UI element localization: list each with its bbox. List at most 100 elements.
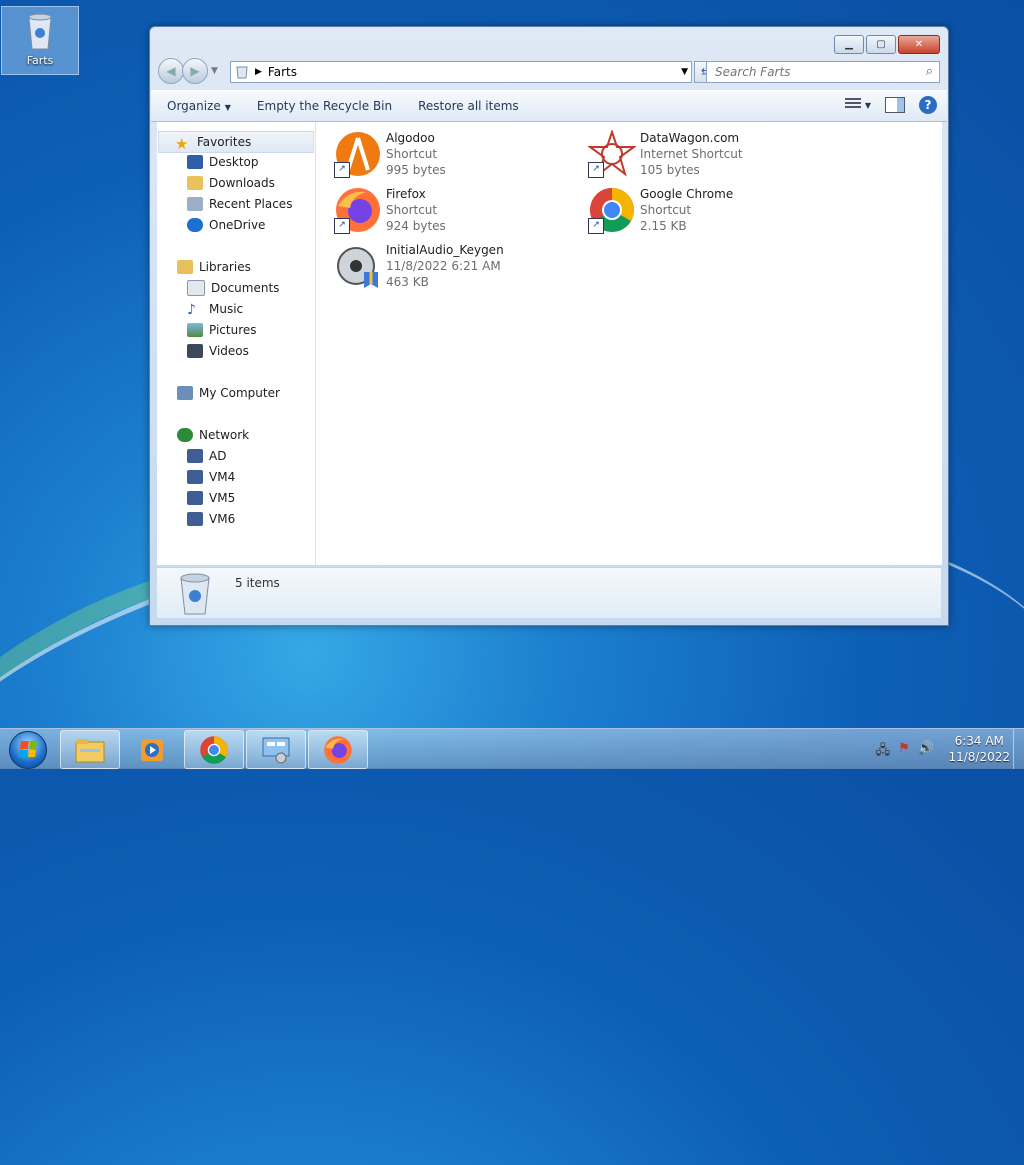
nav-favorites[interactable]: ★ Favorites [158, 131, 314, 153]
command-bar: Organize ▼ Empty the Recycle Bin Restore … [151, 90, 947, 122]
chevron-down-icon: ▼ [224, 103, 231, 112]
view-controls: ▼ ? [844, 96, 937, 114]
system-tray: 🖧 ⚑ 🔊 [876, 741, 934, 763]
nav-network-vm5[interactable]: VM5 [187, 488, 235, 508]
file-name: InitialAudio_Keygen [386, 243, 504, 257]
change-view-button[interactable]: ▼ [844, 98, 871, 112]
start-button[interactable] [2, 730, 52, 769]
nav-my-computer[interactable]: My Computer [177, 383, 280, 403]
computer-icon [187, 449, 203, 463]
show-desktop-button[interactable] [1013, 729, 1024, 769]
nav-label: My Computer [199, 386, 280, 400]
nav-network-ad[interactable]: AD [187, 446, 226, 466]
star-icon: ★ [175, 135, 189, 153]
chrome-icon: ↗ [588, 186, 636, 234]
nav-downloads[interactable]: Downloads [187, 173, 275, 193]
file-item[interactable]: InitialAudio_Keygen 11/8/2022 6:21 AM 46… [334, 242, 584, 294]
taskbar-control-panel[interactable] [246, 730, 306, 769]
nav-recent-places[interactable]: Recent Places [187, 194, 292, 214]
address-dropdown-icon[interactable]: ▼ [681, 67, 688, 77]
file-item[interactable]: ↗ Google Chrome Shortcut 2.15 KB [588, 186, 838, 238]
clock[interactable]: 6:34 AM 11/8/2022 [948, 733, 1010, 765]
clock-date: 11/8/2022 [948, 750, 1010, 764]
taskbar-chrome[interactable] [184, 730, 244, 769]
computer-icon [187, 470, 203, 484]
action-center-icon[interactable]: ⚑ [898, 741, 910, 763]
taskbar-firefox[interactable] [308, 730, 368, 769]
nav-documents[interactable]: Documents [187, 278, 279, 298]
maximize-button[interactable]: ▢ [866, 35, 896, 54]
close-button[interactable]: ✕ [898, 35, 940, 54]
music-icon: ♪ [187, 302, 196, 318]
nav-label: Downloads [209, 176, 275, 190]
back-button[interactable]: ◀ [158, 58, 184, 84]
network-status-icon[interactable]: 🖧 [876, 741, 891, 763]
restore-all-button[interactable]: Restore all items [408, 99, 529, 113]
caption-buttons: ▁ ▢ ✕ [834, 35, 940, 54]
nav-onedrive[interactable]: OneDrive [187, 215, 265, 235]
nav-desktop[interactable]: Desktop [187, 152, 259, 172]
search-input[interactable] [713, 64, 917, 80]
shortcut-arrow-icon: ↗ [334, 218, 350, 234]
desktop-icon-label: Farts [26, 54, 54, 67]
file-item[interactable]: ↗ Firefox Shortcut 924 bytes [334, 186, 584, 238]
search-icon[interactable]: ⌕ [926, 64, 933, 79]
nav-label: Desktop [209, 155, 259, 169]
nav-label: AD [209, 449, 227, 463]
windows-orb-icon [9, 731, 47, 769]
explorer-icon [75, 738, 105, 762]
nav-music[interactable]: ♪ Music [187, 299, 243, 319]
libraries-icon [177, 260, 193, 274]
datawagon-icon: ↗ [586, 128, 638, 178]
desktop-recycle-bin[interactable]: Farts [1, 6, 79, 75]
nav-videos[interactable]: Videos [187, 341, 249, 361]
view-icon [844, 98, 861, 112]
computer-icon [177, 386, 193, 400]
help-icon[interactable]: ? [919, 96, 937, 114]
search-box[interactable]: ⌕ [706, 61, 940, 83]
volume-icon[interactable]: 🔊 [918, 741, 934, 763]
file-item[interactable]: ↗ Algodoo Shortcut 995 bytes [334, 130, 584, 182]
nav-network[interactable]: Network [177, 425, 249, 445]
nav-pictures[interactable]: Pictures [187, 320, 257, 340]
forward-button[interactable]: ▶ [182, 58, 208, 84]
minimize-button[interactable]: ▁ [834, 35, 864, 54]
firefox-icon [324, 735, 352, 764]
shortcut-arrow-icon: ↗ [588, 162, 604, 178]
breadcrumb-arrow-icon[interactable]: ▶ [255, 67, 262, 77]
file-size: 105 bytes [640, 163, 700, 177]
navigation-pane: ★ Favorites Desktop Downloads Recent Pla… [157, 122, 316, 565]
item-count: 5 items [235, 576, 280, 590]
taskbar-explorer[interactable] [60, 730, 120, 769]
nav-label: Videos [209, 344, 249, 358]
recycle-bin-icon [180, 573, 210, 615]
nav-label: Documents [211, 281, 280, 295]
empty-recycle-bin-button[interactable]: Empty the Recycle Bin [247, 99, 402, 113]
file-type: Internet Shortcut [640, 147, 743, 161]
nav-libraries[interactable]: Libraries [177, 257, 251, 277]
file-size: 924 bytes [386, 219, 446, 233]
navigation-bar: ◀ ▶ ▼ ▶ Farts ▼ ⇆ ⌕ [158, 58, 940, 84]
file-type: Shortcut [640, 203, 692, 217]
nav-label: VM5 [209, 491, 236, 505]
file-item[interactable]: ↗ DataWagon.com Internet Shortcut 105 by… [586, 128, 838, 182]
nav-label: Recent Places [209, 197, 293, 211]
nav-network-vm6[interactable]: VM6 [187, 509, 235, 529]
nav-label: Favorites [197, 135, 252, 149]
explorer-window: ▁ ▢ ✕ ◀ ▶ ▼ ▶ Farts ▼ ⇆ ⌕ Organize▼ Empt… [149, 26, 949, 626]
address-bar[interactable]: ▶ Farts ▼ [230, 61, 692, 83]
nav-label: Network [199, 428, 250, 442]
file-name: Google Chrome [640, 187, 734, 201]
downloads-folder-icon [187, 176, 203, 190]
desktop-icon [187, 155, 203, 169]
preview-pane-icon[interactable] [885, 97, 905, 113]
file-name: DataWagon.com [640, 131, 740, 145]
recent-pages-dropdown[interactable]: ▼ [211, 66, 218, 76]
nav-label: Pictures [209, 323, 257, 337]
breadcrumb[interactable]: Farts [268, 65, 297, 79]
organize-button[interactable]: Organize ▼ [157, 99, 241, 113]
taskbar-media-player[interactable] [122, 730, 182, 769]
chevron-down-icon: ▼ [864, 100, 871, 110]
nav-network-vm4[interactable]: VM4 [187, 467, 235, 487]
keygen-icon [334, 242, 382, 290]
